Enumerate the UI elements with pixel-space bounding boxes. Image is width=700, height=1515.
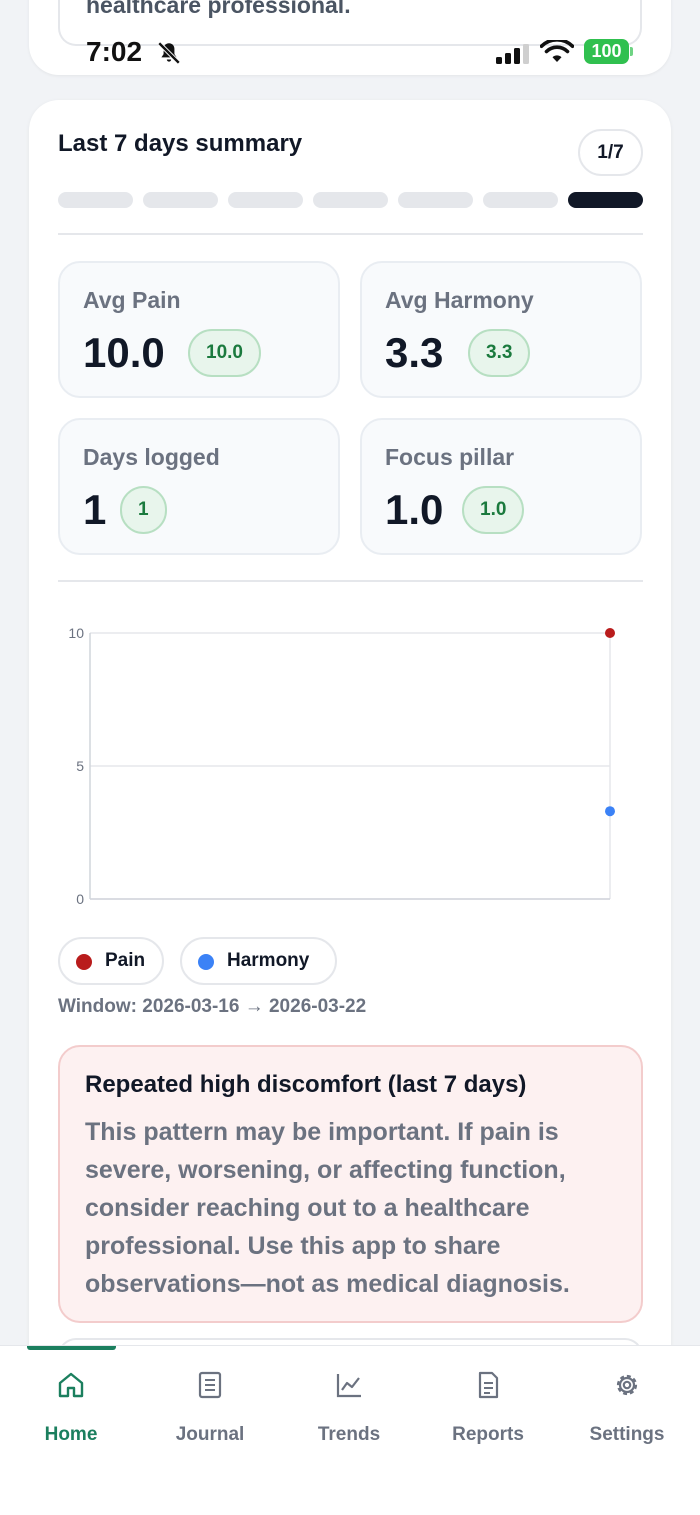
legend-pain-label: Pain: [105, 950, 146, 971]
stat-value: 1.0: [385, 486, 444, 533]
progress-segment: [483, 192, 558, 208]
divider: [58, 580, 643, 582]
reports-icon: [478, 1371, 499, 1399]
tab-label: Trends: [317, 1424, 381, 1445]
tab-trends[interactable]: Trends: [289, 1366, 409, 1446]
active-tab-indicator: [27, 1346, 116, 1350]
stat-badge: 1: [120, 486, 167, 534]
progress-segment: [228, 192, 303, 208]
progress-segment: [568, 192, 643, 208]
pain-point: [605, 628, 615, 638]
settings-icon: [616, 1374, 638, 1396]
alert-title: Repeated high discomfort (last 7 days): [85, 1071, 527, 1098]
legend-harmony-label: Harmony: [227, 950, 310, 971]
stat-badge: 10.0: [188, 329, 261, 377]
progress-segment: [398, 192, 473, 208]
stat-value: 10.0: [83, 329, 165, 376]
stat-badge: 1.0: [462, 486, 525, 534]
date-window: Window: 2026-03-16 → 2026-03-22: [58, 996, 367, 1017]
status-bar: 7:02 100: [0, 30, 700, 74]
home-icon: [58, 1372, 84, 1398]
summary-title: Last 7 days summary: [58, 130, 303, 157]
legend-pain-dot: [76, 954, 92, 970]
battery-nub: [630, 47, 633, 56]
y-tick-label: 5: [76, 758, 84, 774]
stat-label: Days logged: [83, 444, 220, 470]
y-tick-label: 0: [76, 891, 84, 907]
progress-steps: [58, 192, 643, 208]
stat-label: Focus pillar: [385, 444, 515, 470]
y-tick-label: 10: [68, 625, 84, 641]
stat-avg-pain: Avg Pain 10.0 10.0: [58, 261, 340, 398]
tab-label: Journal: [175, 1424, 245, 1445]
stat-label: Avg Harmony: [385, 287, 534, 313]
progress-segment: [143, 192, 218, 208]
wifi-icon: [540, 40, 574, 62]
journal-icon: [198, 1371, 222, 1399]
tab-label: Home: [44, 1424, 98, 1445]
tab-label: Settings: [589, 1424, 665, 1445]
progress-segment: [58, 192, 133, 208]
step-badge[interactable]: 1/7: [578, 129, 643, 176]
discomfort-alert: Repeated high discomfort (last 7 days) T…: [58, 1045, 643, 1323]
progress-segment: [313, 192, 388, 208]
tab-settings[interactable]: Settings: [567, 1366, 687, 1446]
tab-journal[interactable]: Journal: [150, 1366, 270, 1446]
status-time: 7:02: [86, 36, 143, 67]
battery-indicator: 100: [584, 39, 634, 64]
stat-avg-harmony: Avg Harmony 3.3 3.3: [360, 261, 642, 398]
legend-pain[interactable]: Pain: [58, 937, 164, 985]
bottom-tab-bar: Home Journal Trends Reports Settings: [0, 1345, 700, 1515]
stat-badge: 3.3: [468, 329, 531, 377]
stat-days-logged: Days logged 1 1: [58, 418, 340, 555]
stat-label: Avg Pain: [83, 287, 181, 313]
tab-label: Reports: [452, 1424, 524, 1445]
bell-muted-icon: [157, 41, 181, 65]
stat-value: 3.3: [385, 329, 444, 376]
alert-body: This pattern may be important. If pain i…: [85, 1118, 570, 1298]
harmony-point: [605, 806, 615, 817]
tab-home[interactable]: Home: [11, 1366, 131, 1446]
battery-level: 100: [584, 39, 629, 64]
legend-harmony-dot: [198, 954, 214, 970]
pain-harmony-chart: 0 5 10: [68, 625, 615, 907]
stat-focus-pillar: Focus pillar 1.0 1.0: [360, 418, 642, 555]
trends-icon: [336, 1374, 361, 1398]
cellular-signal-icon: [496, 44, 529, 64]
legend-harmony[interactable]: Harmony: [180, 937, 337, 985]
divider: [58, 233, 643, 235]
tab-reports[interactable]: Reports: [428, 1366, 548, 1446]
stat-value: 1: [83, 486, 107, 533]
previous-card-text: healthcare professional.: [86, 0, 351, 18]
